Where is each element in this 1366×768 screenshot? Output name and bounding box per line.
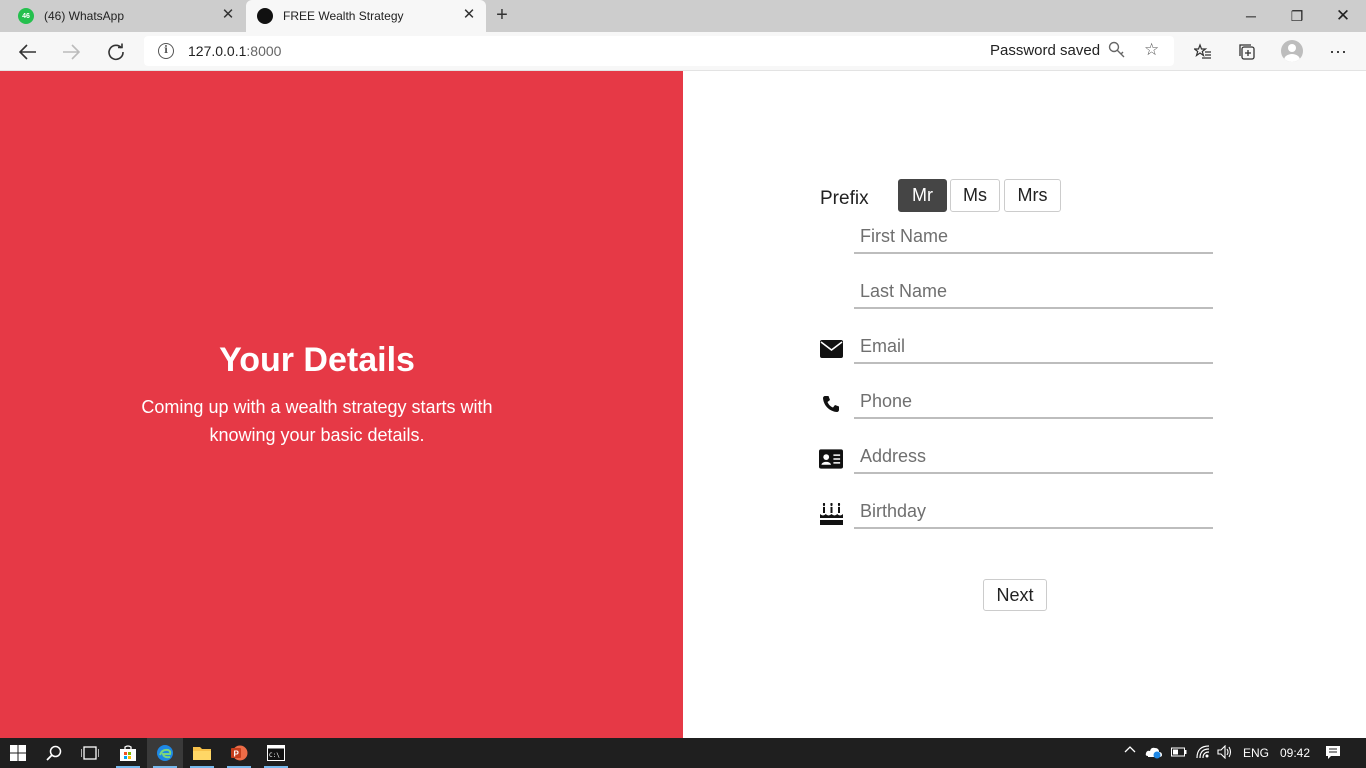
close-tab-icon[interactable]: ✕ [220, 7, 236, 23]
forward-arrow-icon[interactable] [55, 36, 87, 68]
favorites-list-icon[interactable] [1187, 36, 1219, 68]
file-explorer-icon[interactable] [184, 738, 220, 768]
birthday-input[interactable] [854, 496, 1213, 526]
info-icon[interactable]: i [158, 43, 174, 59]
key-icon[interactable] [1108, 41, 1126, 64]
volume-icon[interactable] [1217, 744, 1233, 762]
star-icon[interactable]: ☆ [1144, 40, 1159, 60]
language-indicator[interactable]: ENG [1243, 746, 1269, 760]
notifications-icon[interactable] [1325, 745, 1341, 763]
back-arrow-icon[interactable] [12, 36, 44, 68]
email-input[interactable] [854, 331, 1213, 361]
svg-text:P: P [234, 750, 240, 759]
more-menu-icon[interactable]: ⋯ [1322, 36, 1354, 68]
prefix-label: Prefix [820, 188, 869, 209]
next-button[interactable]: Next [983, 579, 1047, 611]
details-form: Prefix Mr Ms Mrs First Name Last Name Em… [683, 71, 1366, 738]
windows-taskbar: P C:\ ENG 09:42 [0, 738, 1366, 768]
last-name-field [854, 276, 1213, 309]
prefix-mrs-button[interactable]: Mrs [1004, 179, 1061, 212]
browser-toolbar: i 127.0.0.1:8000 Password saved ☆ ⋯ [0, 32, 1366, 71]
tab-strip: 46 (46) WhatsApp ✕ FREE Wealth Strategy … [0, 0, 1366, 32]
birthday-cake-icon [819, 502, 843, 526]
address-bar[interactable]: i 127.0.0.1:8000 Password saved ☆ [144, 36, 1174, 66]
site-favicon-icon [257, 8, 273, 24]
battery-icon[interactable] [1171, 746, 1187, 761]
store-icon[interactable] [110, 738, 146, 768]
url-text: 127.0.0.1:8000 [188, 43, 282, 59]
start-icon[interactable] [0, 738, 36, 768]
first-name-field [854, 221, 1213, 254]
profile-avatar-icon[interactable] [1281, 40, 1303, 62]
tab-wealth-strategy[interactable]: FREE Wealth Strategy ✕ [246, 0, 486, 32]
onedrive-sync-icon[interactable] [1145, 745, 1163, 762]
address-input[interactable] [854, 441, 1213, 471]
tab-whatsapp[interactable]: 46 (46) WhatsApp ✕ [0, 0, 245, 32]
collections-icon[interactable] [1231, 36, 1263, 68]
hero-title: Your Details [219, 341, 415, 379]
hero-panel: Your Details Coming up with a wealth str… [0, 71, 683, 738]
envelope-icon [819, 337, 843, 361]
whatsapp-favicon-icon: 46 [18, 8, 34, 24]
tab-title: FREE Wealth Strategy [283, 9, 404, 23]
hero-subtitle: Coming up with a wealth strategy starts … [141, 397, 493, 445]
chevron-up-icon[interactable] [1124, 744, 1136, 759]
last-name-input[interactable] [854, 276, 1213, 306]
terminal-icon[interactable]: C:\ [258, 738, 294, 768]
new-tab-icon[interactable]: + [490, 4, 514, 28]
restore-icon[interactable]: ❐ [1274, 0, 1320, 32]
task-view-icon[interactable] [72, 738, 108, 768]
phone-icon [819, 392, 843, 416]
phone-field [854, 386, 1213, 419]
refresh-icon[interactable] [100, 36, 132, 68]
birthday-field [854, 496, 1213, 529]
email-field [854, 331, 1213, 364]
svg-text:C:\: C:\ [269, 752, 280, 759]
address-field [854, 441, 1213, 474]
password-saved-label[interactable]: Password saved [990, 42, 1100, 59]
phone-input[interactable] [854, 386, 1213, 416]
first-name-input[interactable] [854, 221, 1213, 251]
powerpoint-icon[interactable]: P [221, 738, 257, 768]
close-tab-icon[interactable]: ✕ [461, 7, 477, 23]
prefix-mr-button[interactable]: Mr [898, 179, 947, 212]
tab-title: (46) WhatsApp [44, 9, 125, 23]
clock[interactable]: 09:42 [1280, 746, 1310, 760]
close-window-icon[interactable]: ✕ [1320, 0, 1366, 32]
edge-icon[interactable] [147, 738, 183, 768]
prefix-ms-button[interactable]: Ms [950, 179, 1000, 212]
address-card-icon [819, 447, 843, 471]
page-content: Your Details Coming up with a wealth str… [0, 71, 1366, 738]
minimize-icon[interactable]: ─ [1228, 0, 1274, 32]
search-icon[interactable] [36, 738, 72, 768]
wifi-icon[interactable] [1196, 745, 1210, 762]
